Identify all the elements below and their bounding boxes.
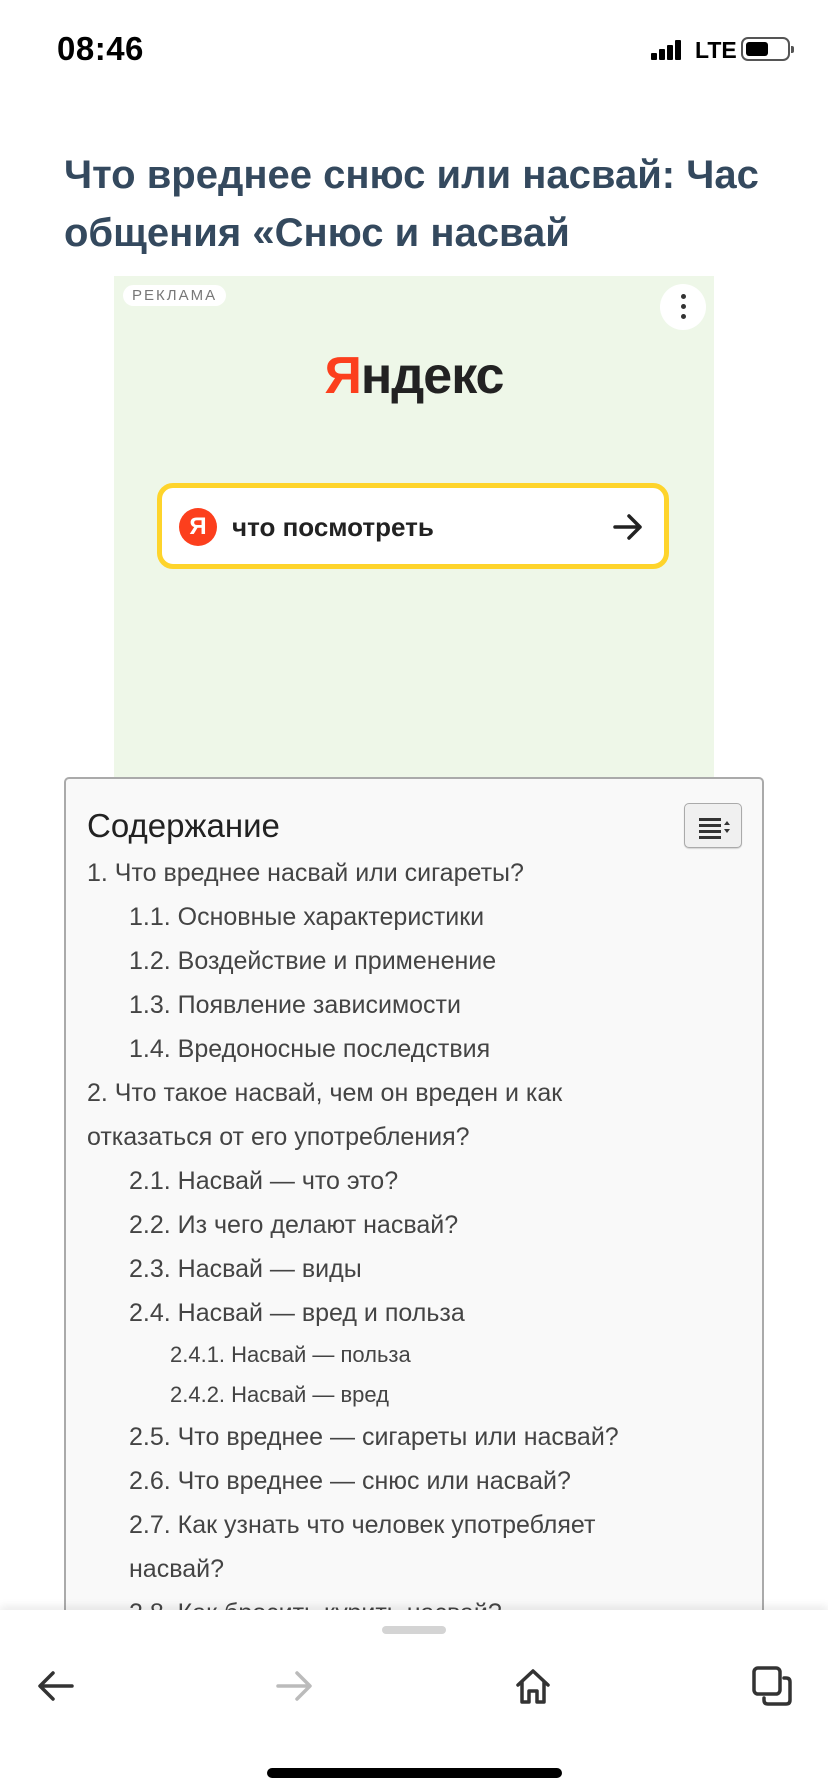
toc-link-continued[interactable]: насвай?: [129, 1547, 224, 1591]
forward-button[interactable]: [266, 1658, 322, 1714]
sheet-grabber[interactable]: [382, 1626, 446, 1634]
home-button[interactable]: [505, 1658, 561, 1714]
network-type: LTE: [695, 37, 737, 63]
status-bar: 08:46 LTE: [0, 0, 828, 100]
toc-link[interactable]: 2. Что такое насвай, чем он вреден и как: [87, 1071, 562, 1115]
battery-icon: [741, 37, 794, 61]
toc-link[interactable]: 1.3. Появление зависимости: [129, 983, 461, 1027]
tabs-icon: [752, 1666, 792, 1706]
toc-link[interactable]: 2.1. Насвай — что это?: [129, 1159, 398, 1203]
tabs-button[interactable]: [744, 1658, 800, 1714]
signal-icon: [651, 40, 683, 60]
arrow-right-icon: [613, 514, 642, 540]
yandex-logo-first-letter: Я: [324, 347, 362, 405]
status-time: 08:46: [57, 30, 144, 67]
toc-toggle-button[interactable]: [684, 803, 742, 848]
toc-title: Содержание: [87, 807, 280, 844]
ad-label: РЕКЛАМА: [123, 285, 227, 306]
toc-link[interactable]: 2.4.1. Насвай — польза: [170, 1333, 411, 1377]
yandex-logo-rest: ндекс: [360, 347, 505, 405]
ad-search-text: что посмотреть: [232, 512, 434, 542]
back-button[interactable]: [28, 1658, 84, 1714]
toc-link[interactable]: 2.4. Насвай — вред и польза: [129, 1291, 465, 1335]
toc-link[interactable]: 2.5. Что вреднее — сигареты или насвай?: [129, 1415, 619, 1459]
toc-link[interactable]: 2.6. Что вреднее — снюс или насвай?: [129, 1459, 571, 1503]
article-title: Что вреднее снюс или насвай: Час общения…: [64, 153, 759, 255]
forward-arrow-icon: [276, 1671, 312, 1701]
back-arrow-icon: [38, 1671, 74, 1701]
toc-link[interactable]: 1.4. Вредоносные последствия: [129, 1027, 490, 1071]
yandex-badge-icon: Я: [179, 508, 217, 546]
toc-link-continued[interactable]: отказаться от его употребления?: [87, 1115, 470, 1159]
toc-link[interactable]: 2.2. Из чего делают насвай?: [129, 1203, 458, 1247]
list-toggle-icon: [699, 818, 730, 839]
toc-link[interactable]: 2.4.2. Насвай — вред: [170, 1373, 389, 1417]
toc-link[interactable]: 1. Что вреднее насвай или сигареты?: [87, 851, 524, 895]
toc-link[interactable]: 2.7. Как узнать что человек употребляет: [129, 1503, 595, 1547]
browser-toolbar: [0, 1610, 828, 1792]
toc-link[interactable]: 1.1. Основные характеристики: [129, 895, 484, 939]
yandex-logo: Яндекс: [114, 346, 714, 406]
ad-search-box[interactable]: Я что посмотреть: [157, 483, 669, 569]
toc-link[interactable]: 2.3. Насвай — виды: [129, 1247, 362, 1291]
home-icon: [516, 1669, 550, 1704]
toc-link[interactable]: 1.2. Воздействие и применение: [129, 939, 496, 983]
yandex-ad-banner[interactable]: РЕКЛАМА Яндекс Я что посмотреть: [114, 276, 714, 778]
more-vertical-icon[interactable]: [660, 284, 706, 330]
home-indicator[interactable]: [267, 1768, 562, 1778]
